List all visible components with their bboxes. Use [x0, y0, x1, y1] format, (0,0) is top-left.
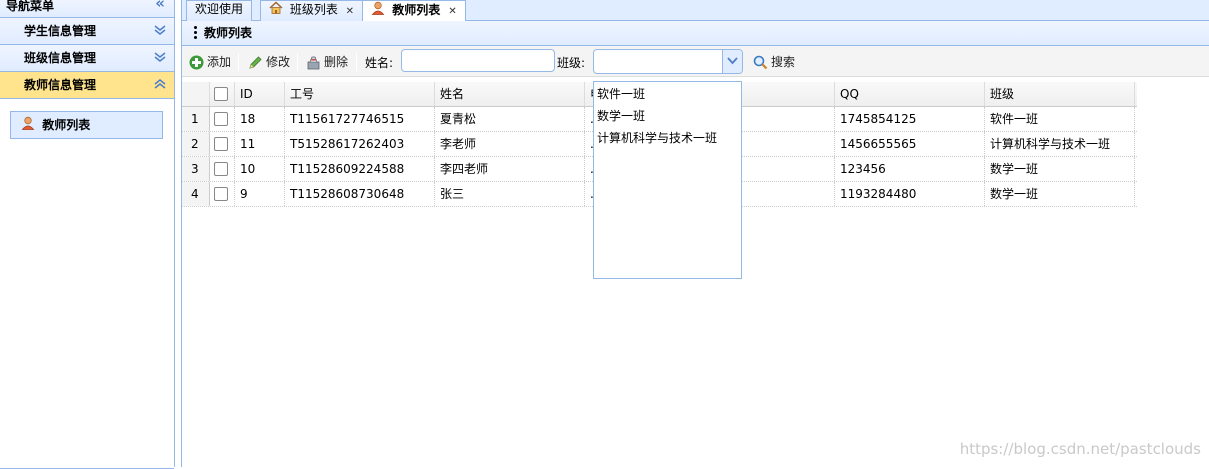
- nav-section-student[interactable]: 学生信息管理: [0, 18, 174, 45]
- center-panel: 欢迎使用 班级列表 ✕ 教师列表 ✕ 教师列表 添加 修改 删除 姓名: 班级:…: [181, 0, 1209, 467]
- toolbar-divider: [356, 53, 357, 71]
- row-checkbox[interactable]: [210, 182, 235, 206]
- column-header-class[interactable]: 班级: [985, 82, 1135, 106]
- nav-section-teacher[interactable]: 教师信息管理: [0, 72, 174, 99]
- search-icon: [753, 55, 768, 70]
- cell-name: 李老师: [435, 132, 585, 156]
- home-icon: [269, 1, 283, 19]
- close-icon[interactable]: ✕: [346, 6, 354, 17]
- column-header-number[interactable]: 工号: [285, 82, 435, 106]
- tab-label: 欢迎使用: [195, 2, 244, 16]
- cell-name: 李四老师: [435, 157, 585, 181]
- row-number-header: [182, 82, 210, 106]
- row-checkbox[interactable]: [210, 157, 235, 181]
- watermark: https://blog.csdn.net/pastclouds: [959, 440, 1201, 458]
- cell-class: 数学一班: [985, 157, 1135, 181]
- nav-section-label: 教师信息管理: [24, 78, 97, 92]
- row-number: 3: [182, 157, 210, 181]
- cell-qq: 123456: [835, 157, 985, 181]
- cell-id: 11: [235, 132, 285, 156]
- cell-class: 软件一班: [985, 107, 1135, 131]
- panel-title: 教师列表: [182, 21, 1209, 46]
- west-nav-panel: 导航菜单 « 学生信息管理 班级信息管理 教师信息管理 教师列表: [0, 0, 175, 469]
- search-label: 搜索: [771, 55, 796, 69]
- tree-item-teacher-list[interactable]: 教师列表: [10, 111, 163, 139]
- nav-section-label: 学生信息管理: [24, 24, 97, 38]
- cell-id: 10: [235, 157, 285, 181]
- tree-item-label: 教师列表: [42, 118, 91, 132]
- add-label: 添加: [207, 55, 232, 69]
- add-icon: [189, 55, 204, 70]
- chevron-double-down-icon[interactable]: [154, 45, 166, 72]
- chevron-double-up-icon[interactable]: [154, 72, 166, 99]
- row-number: 2: [182, 132, 210, 156]
- checkbox[interactable]: [214, 186, 228, 201]
- nav-section-class[interactable]: 班级信息管理: [0, 45, 174, 72]
- checkbox[interactable]: [214, 111, 228, 126]
- row-checkbox[interactable]: [210, 107, 235, 131]
- name-label: 姓名:: [365, 56, 394, 70]
- checkbox[interactable]: [214, 161, 228, 176]
- nav-title: 导航菜单: [6, 0, 55, 13]
- class-combobox[interactable]: [593, 49, 743, 74]
- edit-button[interactable]: 修改: [248, 53, 290, 71]
- toolbar-divider: [297, 53, 298, 71]
- cell-number: T51528617262403: [285, 132, 435, 156]
- cell-number: T11561727746515: [285, 107, 435, 131]
- column-header-id[interactable]: ID: [235, 82, 285, 106]
- cell-number: T11528609224588: [285, 157, 435, 181]
- tab-teacher-list[interactable]: 教师列表 ✕: [362, 0, 466, 22]
- collapse-left-icon[interactable]: «: [155, 0, 165, 11]
- cell-name: 夏青松: [435, 107, 585, 131]
- nav-header: 导航菜单 «: [0, 0, 174, 18]
- close-icon[interactable]: ✕: [448, 6, 456, 17]
- name-search-input[interactable]: [401, 49, 555, 72]
- search-button[interactable]: 搜索: [753, 53, 795, 71]
- cell-qq: 1745854125: [835, 107, 985, 131]
- edit-label: 修改: [266, 55, 291, 69]
- nav-section-label: 班级信息管理: [24, 51, 97, 65]
- nav-section-body: 教师列表: [0, 99, 174, 469]
- tab-class-list[interactable]: 班级列表 ✕: [260, 0, 364, 21]
- tab-strip: 欢迎使用 班级列表 ✕ 教师列表 ✕: [182, 0, 1209, 22]
- tab-label: 教师列表: [392, 3, 441, 17]
- row-number: 4: [182, 182, 210, 206]
- toolbar-divider: [238, 53, 239, 71]
- cell-qq: 1456655565: [835, 132, 985, 156]
- class-label: 班级:: [557, 56, 586, 70]
- delete-button[interactable]: 删除: [306, 53, 348, 71]
- chevron-down-icon[interactable]: [722, 50, 742, 73]
- dropdown-option[interactable]: 数学一班: [594, 105, 741, 127]
- tab-welcome[interactable]: 欢迎使用: [186, 0, 253, 21]
- person-icon: [21, 113, 35, 139]
- checkbox[interactable]: [214, 136, 228, 151]
- pencil-icon: [249, 56, 262, 69]
- cell-id: 18: [235, 107, 285, 131]
- cell-name: 张三: [435, 182, 585, 206]
- cell-class: 计算机科学与技术一班: [985, 132, 1135, 156]
- dropdown-option[interactable]: 软件一班: [594, 83, 741, 105]
- select-all-checkbox[interactable]: [210, 82, 235, 106]
- cell-class: 数学一班: [985, 182, 1135, 206]
- row-checkbox[interactable]: [210, 132, 235, 156]
- cell-id: 9: [235, 182, 285, 206]
- tab-label: 班级列表: [289, 2, 338, 17]
- add-button[interactable]: 添加: [189, 53, 231, 71]
- dropdown-option[interactable]: 计算机科学与技术一班: [594, 127, 741, 149]
- menu-dots-icon: [194, 26, 198, 41]
- cell-number: T11528608730648: [285, 182, 435, 206]
- person-icon: [371, 1, 385, 20]
- class-dropdown-list: 软件一班 数学一班 计算机科学与技术一班: [593, 81, 742, 279]
- delete-label: 删除: [324, 55, 349, 69]
- cell-qq: 1193284480: [835, 182, 985, 206]
- column-header-name[interactable]: 姓名: [435, 82, 585, 106]
- checkbox[interactable]: [214, 86, 228, 101]
- chevron-double-down-icon[interactable]: [154, 18, 166, 45]
- delete-icon: [307, 56, 320, 70]
- row-number: 1: [182, 107, 210, 131]
- toolbar: 添加 修改 删除 姓名: 班级: 搜索: [182, 46, 1209, 77]
- panel-title-text: 教师列表: [204, 26, 253, 40]
- column-header-qq[interactable]: QQ: [835, 82, 985, 106]
